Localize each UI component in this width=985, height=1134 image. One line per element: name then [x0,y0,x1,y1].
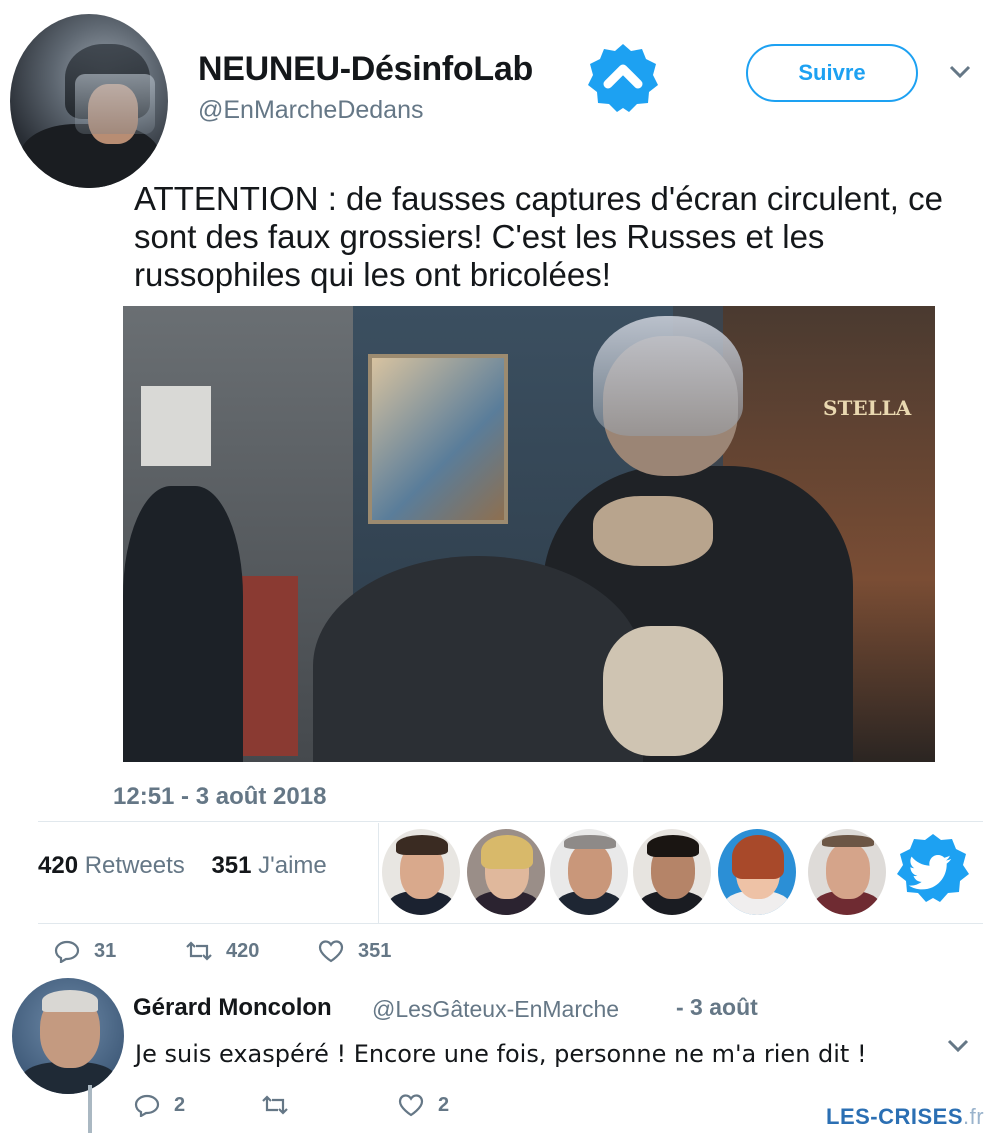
account-handle[interactable]: @EnMarcheDedans [198,96,424,125]
reply-avatar[interactable] [12,978,124,1094]
watermark-main: LES-CRISES [826,1104,964,1129]
like-action[interactable]: 351 [318,936,391,966]
reply-icon [134,1094,160,1117]
reply-like-action[interactable]: 2 [398,1090,449,1120]
follow-button[interactable]: Suivre [746,44,918,102]
liker-avatar[interactable] [550,829,628,915]
tweet-stats: 420 Retweets 351 J'aime [38,852,327,880]
liker-avatar[interactable] [467,829,545,915]
caret-down-icon[interactable] [948,62,972,82]
likes-stat[interactable]: 351 J'aime [211,852,326,879]
divider [38,821,983,822]
reply-text: Je suis exaspéré ! Encore une fois, pers… [135,1040,867,1068]
reply-retweet-action[interactable] [262,1090,302,1120]
like-count: 351 [358,939,392,962]
twitter-bird-icon [897,834,969,902]
retweet-action[interactable]: 420 [186,936,259,966]
reply-count: 31 [94,939,117,962]
retweets-stat[interactable]: 420 Retweets [38,852,185,879]
reply-timestamp[interactable]: - 3 août [676,994,758,1021]
thread-line [88,1085,92,1133]
liker-avatar[interactable] [808,829,886,915]
tweet-timestamp[interactable]: 12:51 - 3 août 2018 [113,783,326,811]
retweet-icon [262,1095,288,1115]
retweet-icon [186,941,212,961]
reply-reply-count: 2 [174,1093,186,1116]
tweet-photo[interactable]: STELLA [123,306,935,762]
reply-reply-action[interactable]: 2 [134,1090,185,1120]
display-name[interactable]: NEUNEU-DésinfoLab [198,50,533,89]
tweet-text: ATTENTION : de fausses captures d'écran … [134,180,943,293]
watermark-suffix: .fr [963,1104,985,1129]
verified-badge-icon [588,44,658,112]
reply-action[interactable]: 31 [54,936,116,966]
like-icon [318,940,344,963]
retweets-count: 420 [38,852,79,879]
divider [38,923,983,924]
site-watermark: LES-CRISES.fr [826,1104,984,1130]
likes-count: 351 [211,852,252,879]
liker-avatar[interactable] [633,829,711,915]
caret-down-icon[interactable] [946,1036,970,1056]
divider [378,823,379,923]
reply-author-handle[interactable]: @LesGâteux-EnMarche [372,996,619,1023]
profile-avatar[interactable] [10,14,168,188]
likes-label: J'aime [258,852,327,879]
reply-like-count: 2 [438,1093,450,1116]
photo-sign: STELLA [823,396,912,420]
reply-author-name[interactable]: Gérard Moncolon [133,994,332,1022]
reply-icon [54,940,80,963]
like-icon [398,1094,424,1117]
liker-avatar[interactable] [718,829,796,915]
retweet-count: 420 [226,939,260,962]
retweets-label: Retweets [84,852,185,879]
liker-avatar[interactable] [382,829,460,915]
